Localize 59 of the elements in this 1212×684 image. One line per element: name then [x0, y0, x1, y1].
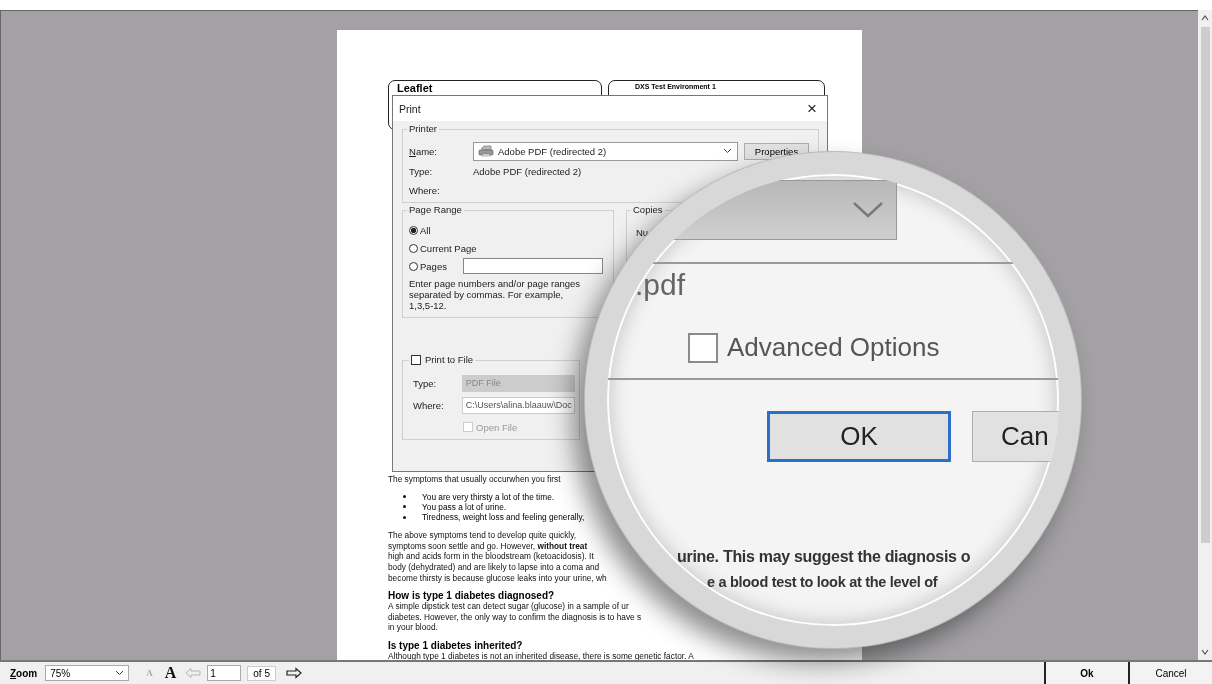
- cancel-button[interactable]: Can: [972, 411, 1059, 462]
- text-line: Although type 1 diabetes is not an inherited disease, there is some genetic factor. A: [388, 650, 694, 660]
- increase-font-button[interactable]: A: [161, 664, 180, 682]
- text-line: symptoms soon settle and go. However, without treat: [388, 540, 588, 552]
- advanced-options-checkbox[interactable]: Advanced Options: [688, 332, 940, 363]
- chevron-down-icon: [852, 201, 884, 219]
- section-heading: Is type 1 diabetes inherited?: [388, 639, 523, 651]
- print-to-file-checkbox[interactable]: Print to File: [409, 354, 476, 365]
- file-path-field[interactable]: C:\Users\alina.blaauw\Doc: [461, 396, 575, 414]
- bullet-text: Tiredness, weight loss and feeling generally,: [422, 512, 585, 523]
- document-title: Leaflet: [397, 82, 434, 94]
- pages-input-field[interactable]: [462, 258, 603, 274]
- scroll-up-icon[interactable]: [1201, 15, 1209, 21]
- field-label: Type:: [413, 377, 438, 389]
- page-number-field[interactable]: 1: [207, 665, 242, 681]
- section-heading: How is type 1 diabetes diagnosed?: [388, 590, 555, 602]
- text-line: become thirsty is because glucose leaks into your urine, wh: [388, 572, 607, 584]
- text-line: in your blood.: [388, 622, 438, 633]
- text-line: diabetes. However, the only way to confirm the diagnosis is to have s: [388, 611, 642, 623]
- bullet-icon: [403, 515, 406, 519]
- magnified-text: e a blood test to look at the level of: [707, 574, 938, 590]
- next-page-icon[interactable]: [285, 667, 302, 679]
- properties-button[interactable]: Properties: [744, 142, 809, 160]
- field-label: Nu: [636, 227, 650, 238]
- close-button[interactable]: ×: [801, 98, 823, 119]
- group-label: Page Range: [407, 204, 464, 215]
- magnified-text: urine. This may suggest the diagnosis o: [677, 548, 971, 566]
- text-line: The symptoms that usually occurwhen you first: [388, 474, 561, 485]
- field-label: Name:: [409, 145, 438, 157]
- text-line: body (dehydrated) and are likely to lapse into a coma and: [388, 561, 600, 573]
- page-count: of 5: [247, 665, 276, 681]
- printer-icon: [478, 145, 494, 157]
- text-line: high and acids form in the bloodstream (ketoacidosis). It: [388, 551, 594, 562]
- printer-dropdown[interactable]: Adobe PDF (redirected 2): [473, 141, 738, 161]
- chevron-down-icon: [723, 148, 732, 154]
- radio-button[interactable]: All: [409, 224, 431, 236]
- text-line: A simple dipstick test can detect sugar (glucose) in a sample of ur: [388, 601, 629, 612]
- zoom-dropdown[interactable]: 75%: [45, 665, 130, 681]
- printer-type: Adobe PDF (redirected 2): [473, 165, 582, 177]
- field-label: Where:: [409, 184, 441, 196]
- group-label: Printer: [407, 123, 439, 134]
- magnified-filename: .pdf: [635, 268, 686, 302]
- field-label: Where:: [413, 399, 445, 411]
- dialog-title: Print: [399, 102, 421, 115]
- radio-button[interactable]: Current Page: [409, 242, 477, 254]
- radio-button[interactable]: Pages: [409, 260, 447, 272]
- help-text: Enter page numbers and/or page ranges separated by commas. For example, 1,3,5-12.: [409, 278, 582, 311]
- ok-button[interactable]: OK: [767, 411, 951, 462]
- bullet-text: You are very thirsty a lot of the time.: [422, 491, 555, 502]
- bullet-text: You pass a lot of urine.: [422, 501, 507, 512]
- chevron-down-icon: [115, 670, 125, 676]
- text-line: The above symptoms tend to develop quite quickly,: [388, 530, 576, 541]
- scrollbar-thumb[interactable]: [1200, 27, 1210, 543]
- field-label: Type:: [409, 165, 434, 177]
- scroll-down-icon[interactable]: [1201, 649, 1209, 655]
- bullet-icon: [403, 505, 406, 509]
- vertical-scrollbar[interactable]: [1198, 10, 1212, 660]
- zoom-label: Zoom: [10, 667, 38, 679]
- bullet-icon: [403, 495, 406, 499]
